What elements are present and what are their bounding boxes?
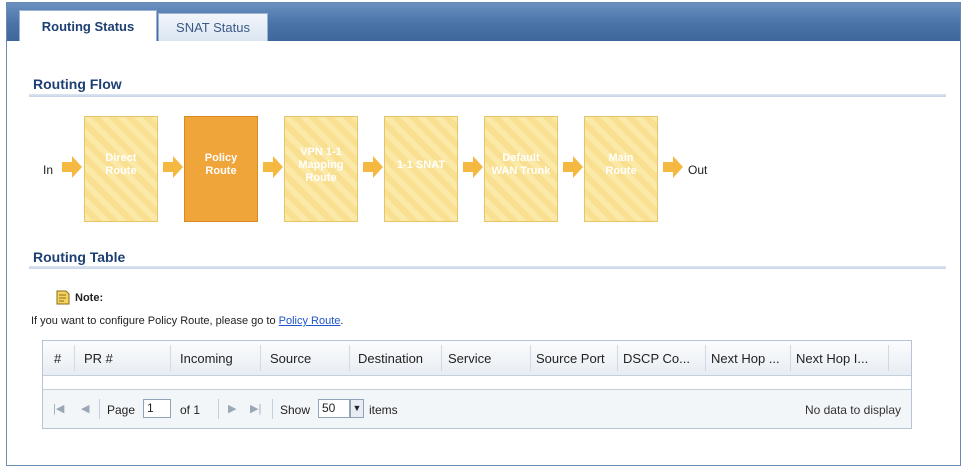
section-divider (29, 94, 946, 97)
flow-arrow-icon (563, 156, 583, 178)
page-size-select[interactable]: 50 (318, 399, 350, 418)
flow-arrow-icon (163, 156, 183, 178)
chevron-down-icon[interactable]: ▼ (350, 399, 364, 418)
column-header-dscp-code[interactable]: DSCP Co... (623, 351, 690, 366)
previous-page-icon[interactable]: ◀ (81, 402, 89, 415)
routing-table-title: Routing Table (33, 249, 126, 265)
column-header-source-port[interactable]: Source Port (536, 351, 605, 366)
items-label: items (369, 403, 398, 417)
column-header-destination[interactable]: Destination (358, 351, 423, 366)
flow-box-direct-route: Direct Route (84, 116, 158, 222)
flow-arrow-icon (463, 156, 483, 178)
grid-pager: |◀ ◀ Page 1 of 1 ▶ ▶| Show 50 ▼ items No… (43, 389, 911, 428)
next-page-icon[interactable]: ▶ (228, 402, 236, 415)
last-page-icon[interactable]: ▶| (250, 402, 261, 415)
grid-header: # PR # Incoming Source Destination Servi… (43, 341, 911, 376)
page-label: Page (107, 403, 136, 417)
column-header-source[interactable]: Source (270, 351, 311, 366)
flow-box-main-route: Main Route (584, 116, 658, 222)
flow-in-label: In (43, 163, 54, 177)
flow-arrow-icon (663, 156, 683, 178)
policy-route-link[interactable]: Policy Route (279, 315, 341, 327)
column-header-next-hop-type[interactable]: Next Hop ... (711, 351, 780, 366)
page-total-label: of 1 (180, 403, 201, 417)
tab-snat-status[interactable]: SNAT Status (158, 13, 268, 41)
show-label: Show (280, 403, 311, 417)
flow-box-default-wan-trunk: Default WAN Trunk (484, 116, 558, 222)
flow-box-1-1-snat: 1-1 SNAT (384, 116, 458, 222)
tab-bar: Routing Status SNAT Status (7, 3, 960, 41)
first-page-icon[interactable]: |◀ (53, 402, 64, 415)
empty-message: No data to display (804, 403, 901, 417)
note-text: If you want to configure Policy Route, p… (31, 315, 344, 327)
flow-arrow-icon (62, 156, 82, 178)
flow-arrow-icon (363, 156, 383, 178)
tab-routing-status[interactable]: Routing Status (19, 10, 157, 41)
routing-flow-title: Routing Flow (33, 76, 122, 92)
flow-box-policy-route: Policy Route (184, 116, 258, 222)
column-header-incoming[interactable]: Incoming (180, 351, 233, 366)
flow-arrow-icon (263, 156, 283, 178)
note-icon (56, 290, 70, 305)
note-title: Note: (75, 292, 104, 304)
flow-out-label: Out (688, 163, 708, 177)
column-header-number[interactable]: # (54, 351, 61, 366)
page-number-input[interactable]: 1 (143, 399, 171, 418)
column-header-pr-number[interactable]: PR # (84, 351, 113, 366)
flow-box-vpn-mapping-route: VPN 1-1 Mapping Route (284, 116, 358, 222)
column-header-next-hop-info[interactable]: Next Hop I... (796, 351, 868, 366)
column-header-service[interactable]: Service (448, 351, 491, 366)
routing-table-grid: # PR # Incoming Source Destination Servi… (42, 340, 912, 429)
routing-status-panel: Routing Status SNAT Status Routing Flow … (6, 2, 961, 466)
section-divider (29, 266, 946, 269)
